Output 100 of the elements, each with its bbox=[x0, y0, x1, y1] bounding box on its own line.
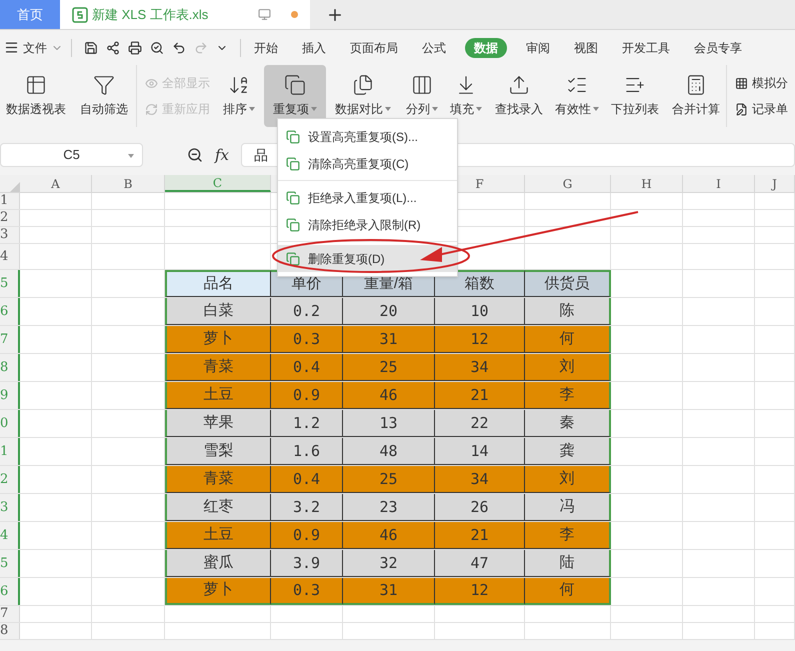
table-cell[interactable]: 1.2 bbox=[271, 410, 343, 437]
print-icon[interactable] bbox=[128, 40, 142, 54]
column-header[interactable]: I bbox=[683, 175, 755, 192]
undo-icon[interactable] bbox=[172, 40, 186, 54]
table-cell[interactable]: 13 bbox=[343, 410, 435, 437]
row-number[interactable]: 1 bbox=[0, 193, 20, 209]
window-tab[interactable]: 新建 XLS 工作表.xls bbox=[60, 0, 310, 29]
table-cell[interactable]: 土豆 bbox=[165, 522, 271, 549]
table-cell[interactable]: 何 bbox=[525, 578, 611, 605]
table-cell[interactable]: 12 bbox=[435, 326, 525, 353]
row-number[interactable]: 3 bbox=[0, 227, 20, 243]
table-cell[interactable]: 李 bbox=[525, 522, 611, 549]
table-cell[interactable]: 0.3 bbox=[271, 326, 343, 353]
ribbon-button[interactable]: 数据透视表 bbox=[0, 65, 72, 127]
table-cell[interactable]: 47 bbox=[435, 550, 525, 577]
table-cell[interactable]: 白菜 bbox=[165, 298, 271, 325]
table-cell[interactable]: 26 bbox=[435, 494, 525, 521]
menu-item[interactable]: 清除拒绝录入限制(R) bbox=[278, 211, 457, 238]
table-cell[interactable]: 雪梨 bbox=[165, 438, 271, 465]
column-header[interactable]: J bbox=[755, 175, 795, 192]
menu-icon[interactable] bbox=[4, 40, 19, 55]
table-cell[interactable]: 土豆 bbox=[165, 382, 271, 409]
table-cell[interactable]: 青菜 bbox=[165, 354, 271, 381]
table-cell[interactable]: 25 bbox=[343, 466, 435, 493]
row-number[interactable]: 2 bbox=[0, 210, 20, 226]
name-box[interactable]: C5 bbox=[0, 143, 143, 167]
table-cell[interactable]: 3.2 bbox=[271, 494, 343, 521]
column-header[interactable]: G bbox=[525, 175, 611, 192]
table-cell[interactable]: 34 bbox=[435, 466, 525, 493]
table-cell[interactable]: 陈 bbox=[525, 298, 611, 325]
table-header-cell[interactable]: 箱数 bbox=[435, 270, 525, 297]
new-tab-icon[interactable] bbox=[326, 6, 344, 24]
ribbon-tab[interactable]: 开始 bbox=[249, 38, 283, 56]
table-cell[interactable]: 龚 bbox=[525, 438, 611, 465]
row-number[interactable]: 7 bbox=[0, 606, 20, 622]
monitor-icon[interactable] bbox=[258, 8, 271, 21]
table-cell[interactable]: 12 bbox=[435, 578, 525, 605]
table-cell[interactable]: 冯 bbox=[525, 494, 611, 521]
share-icon[interactable] bbox=[106, 40, 120, 54]
table-cell[interactable]: 31 bbox=[343, 326, 435, 353]
table-header-cell[interactable]: 供货员 bbox=[525, 270, 611, 297]
table-cell[interactable]: 苹果 bbox=[165, 410, 271, 437]
table-cell[interactable]: 21 bbox=[435, 522, 525, 549]
ribbon-tab[interactable]: 页面布局 bbox=[345, 38, 403, 56]
table-cell[interactable]: 22 bbox=[435, 410, 525, 437]
table-header-cell[interactable]: 品名 bbox=[165, 270, 271, 297]
table-cell[interactable]: 红枣 bbox=[165, 494, 271, 521]
ribbon-small-button[interactable]: 记录单 bbox=[735, 100, 795, 118]
table-cell[interactable]: 刘 bbox=[525, 354, 611, 381]
column-header[interactable]: H bbox=[611, 175, 683, 192]
table-cell[interactable]: 34 bbox=[435, 354, 525, 381]
file-menu[interactable]: 文件 bbox=[23, 38, 47, 56]
table-cell[interactable]: 23 bbox=[343, 494, 435, 521]
ribbon-button[interactable]: 合并计算 bbox=[666, 65, 726, 127]
table-cell[interactable]: 萝卜 bbox=[165, 578, 271, 605]
table-cell[interactable]: 46 bbox=[343, 522, 435, 549]
ribbon-tab[interactable]: 审阅 bbox=[521, 38, 555, 56]
table-cell[interactable]: 32 bbox=[343, 550, 435, 577]
ribbon-tab[interactable]: 开发工具 bbox=[617, 38, 675, 56]
table-cell[interactable]: 秦 bbox=[525, 410, 611, 437]
ribbon-small-button[interactable]: 模拟分 bbox=[735, 74, 795, 92]
ribbon-tab[interactable]: 公式 bbox=[417, 38, 451, 56]
table-cell[interactable]: 14 bbox=[435, 438, 525, 465]
ribbon-tab[interactable]: 会员专享 bbox=[689, 38, 747, 56]
ribbon-button[interactable]: 自动筛选 bbox=[72, 65, 136, 127]
table-cell[interactable]: 1.6 bbox=[271, 438, 343, 465]
ribbon-button[interactable]: 下拉列表 bbox=[604, 65, 666, 127]
table-cell[interactable]: 刘 bbox=[525, 466, 611, 493]
ribbon-button[interactable]: 查找录入 bbox=[488, 65, 550, 127]
table-cell[interactable]: 0.4 bbox=[271, 354, 343, 381]
table-cell[interactable]: 萝卜 bbox=[165, 326, 271, 353]
ribbon-button[interactable]: 排序 bbox=[214, 65, 264, 127]
table-cell[interactable]: 20 bbox=[343, 298, 435, 325]
table-cell[interactable]: 3.9 bbox=[271, 550, 343, 577]
table-cell[interactable]: 0.9 bbox=[271, 522, 343, 549]
table-cell[interactable]: 何 bbox=[525, 326, 611, 353]
row-number[interactable]: 4 bbox=[0, 244, 20, 269]
ribbon-tab[interactable]: 视图 bbox=[569, 38, 603, 56]
table-cell[interactable]: 0.3 bbox=[271, 578, 343, 605]
table-cell[interactable]: 46 bbox=[343, 382, 435, 409]
table-cell[interactable]: 陆 bbox=[525, 550, 611, 577]
table-cell[interactable]: 青菜 bbox=[165, 466, 271, 493]
table-cell[interactable]: 21 bbox=[435, 382, 525, 409]
table-cell[interactable]: 0.4 bbox=[271, 466, 343, 493]
row-number[interactable]: 8 bbox=[0, 623, 20, 639]
save-icon[interactable] bbox=[84, 40, 98, 54]
column-header[interactable]: A bbox=[20, 175, 92, 192]
table-cell[interactable]: 25 bbox=[343, 354, 435, 381]
table-cell[interactable]: 48 bbox=[343, 438, 435, 465]
table-cell[interactable]: 0.2 bbox=[271, 298, 343, 325]
ribbon-tab[interactable]: 插入 bbox=[297, 38, 331, 56]
table-cell[interactable]: 0.9 bbox=[271, 382, 343, 409]
table-cell[interactable]: 蜜瓜 bbox=[165, 550, 271, 577]
table-cell[interactable]: 李 bbox=[525, 382, 611, 409]
table-cell[interactable]: 10 bbox=[435, 298, 525, 325]
zoom-out-icon[interactable] bbox=[187, 147, 203, 163]
function-label[interactable]: fx bbox=[215, 144, 230, 166]
table-cell[interactable]: 31 bbox=[343, 578, 435, 605]
ribbon-button[interactable]: 有效性 bbox=[550, 65, 604, 127]
preview-icon[interactable] bbox=[150, 40, 164, 54]
